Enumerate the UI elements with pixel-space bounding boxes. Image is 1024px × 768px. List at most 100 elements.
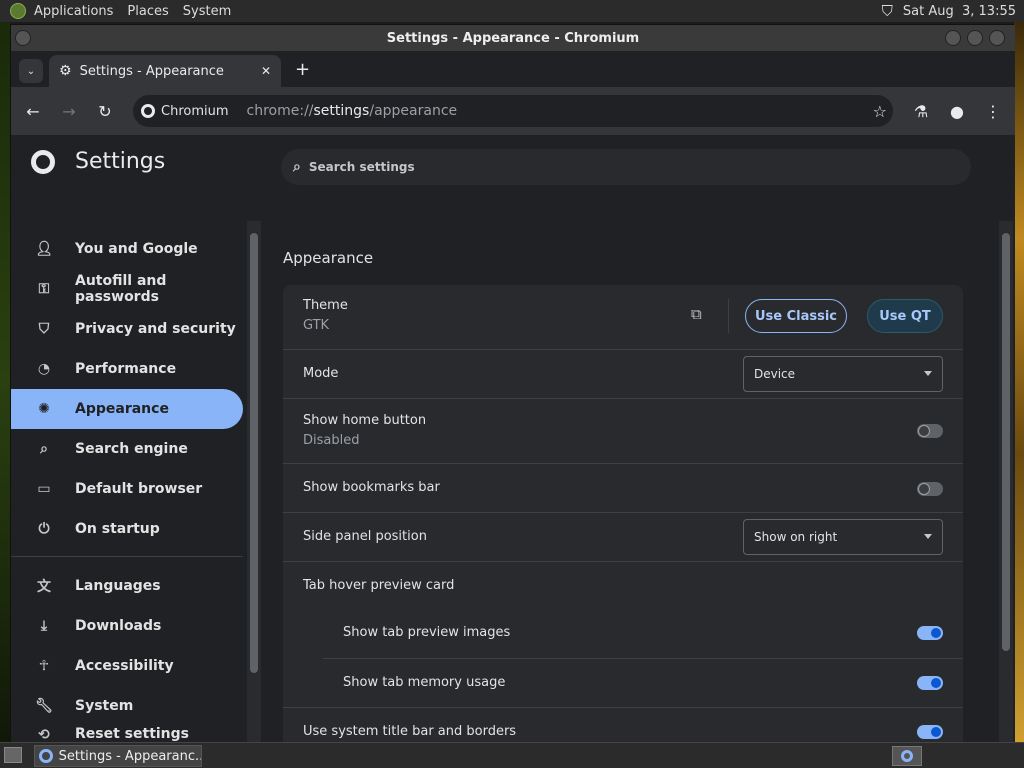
side-panel-select[interactable]: Show on right <box>743 519 943 555</box>
palette-icon: ✺ <box>38 401 50 417</box>
distro-logo-icon[interactable] <box>10 3 26 19</box>
url-scheme: chrome:// <box>246 103 314 119</box>
tab-memory-label: Show tab memory usage <box>343 675 506 690</box>
sidebar-item-default-browser[interactable]: ▭ Default browser <box>11 469 243 509</box>
section-title: Appearance <box>283 249 374 267</box>
browser-window: Settings - Appearance - Chromium ⌄ ⚙ Set… <box>10 24 1015 755</box>
tab-memory-row[interactable]: Show tab memory usage <box>323 658 963 707</box>
desktop-background-left <box>0 22 10 742</box>
key-icon: ⚿ <box>38 281 50 297</box>
clock[interactable]: Sat Aug 3, 13:55 <box>903 4 1016 19</box>
bookmarks-bar-toggle[interactable] <box>917 482 943 496</box>
sidebar-scroll-thumb[interactable] <box>250 233 258 673</box>
open-external-icon[interactable]: ⧉ <box>691 305 702 323</box>
sidebar-item-downloads[interactable]: ⤓ Downloads <box>11 606 243 646</box>
person-icon: 👤︎ <box>35 241 53 257</box>
speedometer-icon: ◔ <box>37 361 51 377</box>
home-button-toggle[interactable] <box>917 424 943 438</box>
main-scroll-thumb[interactable] <box>1002 233 1010 651</box>
side-panel-selected: Show on right <box>754 530 838 544</box>
system-title-bar-toggle[interactable] <box>917 725 943 739</box>
tab-title: Settings - Appearance <box>79 63 224 79</box>
site-label: Chromium <box>161 103 229 119</box>
wrench-icon: 🔧︎ <box>35 698 53 714</box>
address-bar[interactable]: Chromium chrome://settings/appearance ☆ <box>133 95 893 127</box>
bottom-taskbar: Settings - Appearanc... <box>0 742 1024 768</box>
side-panel-row: Side panel position Show on right <box>283 512 963 561</box>
chevron-down-icon <box>924 371 932 376</box>
show-desktop-icon[interactable] <box>4 747 22 763</box>
sidebar-item-performance[interactable]: ◔ Performance <box>11 349 243 389</box>
use-qt-button[interactable]: Use QT <box>867 299 943 333</box>
bookmarks-bar-row[interactable]: Show bookmarks bar <box>283 463 963 512</box>
workspace-switcher[interactable] <box>892 746 922 766</box>
shield-tray-icon[interactable]: ⛉ <box>882 2 893 20</box>
search-icon: ⌕ <box>40 441 48 457</box>
window-titlebar[interactable]: Settings - Appearance - Chromium <box>11 25 1015 51</box>
settings-sidebar: 👤︎ You and Google ⚿ Autofill and passwords… <box>11 221 247 743</box>
profile-icon[interactable]: ● <box>945 99 969 123</box>
browser-toolbar: ← → ↻ Chromium chrome://settings/appeara… <box>11 87 1015 135</box>
system-title-bar-label: Use system title bar and borders <box>303 724 517 739</box>
chromium-icon <box>141 104 155 118</box>
sidebar-item-languages[interactable]: 文 Languages <box>11 566 243 606</box>
menu-places[interactable]: Places <box>127 4 168 19</box>
download-icon: ⤓ <box>40 618 48 634</box>
labs-flask-icon[interactable]: ⚗ <box>909 99 933 123</box>
new-tab-icon[interactable]: + <box>295 59 310 80</box>
tab-memory-toggle[interactable] <box>917 676 943 690</box>
theme-label: Theme <box>303 298 348 313</box>
shield-icon: ⛉ <box>38 321 50 337</box>
close-tab-icon[interactable]: ✕ <box>261 64 271 78</box>
menu-applications[interactable]: Applications <box>34 4 113 19</box>
chevron-down-icon <box>924 534 932 539</box>
sidebar-item-system[interactable]: 🔧︎ System <box>11 686 243 726</box>
use-classic-button[interactable]: Use Classic <box>745 299 847 333</box>
sidebar-scrollbar[interactable] <box>247 221 261 743</box>
menu-system[interactable]: System <box>183 4 231 19</box>
tab-preview-images-row[interactable]: Show tab preview images <box>283 609 963 658</box>
url-host: settings <box>313 103 370 119</box>
back-icon[interactable]: ← <box>21 99 45 123</box>
home-button-label: Show home button <box>303 413 427 428</box>
sidebar-item-reset[interactable]: ⟲ Reset settings <box>11 726 243 743</box>
chromium-icon <box>39 749 53 763</box>
sidebar-divider <box>11 556 243 557</box>
home-button-row[interactable]: Show home button Disabled <box>283 398 963 463</box>
sidebar-item-you-and-google[interactable]: 👤︎ You and Google <box>11 229 243 269</box>
home-button-sub: Disabled <box>303 433 360 448</box>
reload-icon[interactable]: ↻ <box>93 99 117 123</box>
tab-hover-row: Tab hover preview card <box>283 561 963 609</box>
search-settings-input[interactable]: ⌕ Search settings <box>281 149 971 185</box>
panel-tray: ⛉ Sat Aug 3, 13:55 <box>882 0 1016 22</box>
search-icon: ⌕ <box>293 159 301 175</box>
close-window-icon[interactable] <box>989 30 1005 46</box>
sidebar-item-accessibility[interactable]: ☥ Accessibility <box>11 646 243 686</box>
sidebar-item-on-startup[interactable]: ⏻ On startup <box>11 509 243 549</box>
mode-label: Mode <box>303 366 339 381</box>
sidebar-item-privacy[interactable]: ⛉ Privacy and security <box>11 309 243 349</box>
sidebar-item-autofill[interactable]: ⚿ Autofill and passwords <box>11 269 243 309</box>
menu-kebab-icon[interactable]: ⋮ <box>981 99 1005 123</box>
tab-preview-images-label: Show tab preview images <box>343 625 511 640</box>
side-panel-label: Side panel position <box>303 529 427 544</box>
tab-settings-appearance[interactable]: ⚙ Settings - Appearance ✕ <box>49 55 281 87</box>
taskbar-item-chromium[interactable]: Settings - Appearanc... <box>34 745 202 767</box>
bookmark-star-icon[interactable]: ☆ <box>873 102 887 121</box>
mode-select[interactable]: Device <box>743 356 943 392</box>
settings-title: Settings <box>75 149 166 174</box>
forward-icon[interactable]: → <box>57 99 81 123</box>
search-placeholder: Search settings <box>308 160 415 174</box>
maximize-icon[interactable] <box>967 30 983 46</box>
window-menu-icon[interactable] <box>15 30 31 46</box>
taskbar-item-label: Settings - Appearanc... <box>58 748 201 764</box>
minimize-icon[interactable] <box>945 30 961 46</box>
tab-preview-images-toggle[interactable] <box>917 626 943 640</box>
sidebar-item-appearance[interactable]: ✺ Appearance <box>11 389 243 429</box>
settings-header: Settings <box>31 149 165 174</box>
main-scrollbar[interactable] <box>999 221 1013 743</box>
sidebar-item-search-engine[interactable]: ⌕ Search engine <box>11 429 243 469</box>
theme-divider <box>728 299 729 333</box>
settings-page: Settings ⌕ Search settings 👤︎ You and Goo… <box>11 135 1015 755</box>
tab-search-chevron-icon[interactable]: ⌄ <box>19 59 43 83</box>
